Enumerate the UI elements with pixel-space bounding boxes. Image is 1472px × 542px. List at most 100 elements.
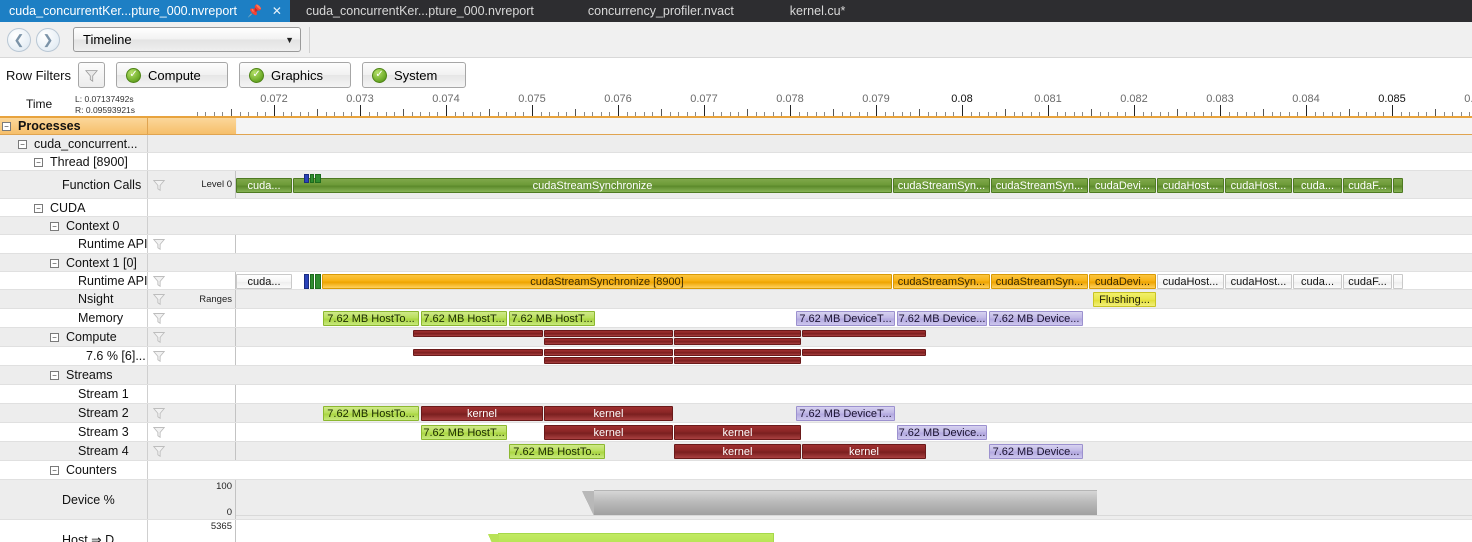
- tree-cell-process[interactable]: − cuda_concurrent...: [0, 135, 148, 152]
- row-funnel-cell-nsight[interactable]: [148, 290, 170, 308]
- timeline-bar[interactable]: [315, 174, 321, 183]
- track-memory[interactable]: 7.62 MB HostTo... 7.62 MB HostT... 7.62 MB…: [236, 309, 1472, 327]
- close-icon[interactable]: ✕: [268, 5, 286, 17]
- row-funnel-cell-compute[interactable]: [148, 328, 170, 346]
- tree-cell-compute[interactable]: − Compute: [0, 328, 148, 346]
- tree-cell-device-pct[interactable]: Device %: [0, 480, 148, 519]
- expander-collapse-icon[interactable]: −: [50, 333, 59, 342]
- pin-icon[interactable]: 📌: [243, 5, 266, 17]
- expander-collapse-icon[interactable]: −: [18, 140, 27, 149]
- timeline-bar[interactable]: 7.62 MB DeviceT...: [796, 311, 895, 326]
- timeline-bar[interactable]: 7.62 MB HostT...: [421, 311, 507, 326]
- track-nsight[interactable]: Flushing...: [236, 290, 1472, 308]
- timeline-row-stream-4[interactable]: Stream 4 7.62 MB HostTo... kernel kernel 7.6…: [0, 442, 1472, 461]
- timeline-bar[interactable]: cudaDevi...: [1089, 178, 1156, 193]
- tree-cell-compute-kernel[interactable]: 7.6 % [6]...: [0, 347, 148, 365]
- timeline-bar[interactable]: cudaHost...: [1157, 274, 1224, 289]
- track-context-0[interactable]: [236, 217, 1472, 234]
- timeline-bar[interactable]: [802, 349, 926, 356]
- tab-report-2[interactable]: cuda_concurrentKer...pture_000.nvreport: [291, 0, 560, 22]
- timeline-row-counters[interactable]: − Counters: [0, 461, 1472, 480]
- timeline-bar[interactable]: cudaStreamSynchronize: [293, 178, 892, 193]
- row-funnel-cell-function-calls[interactable]: [148, 171, 170, 198]
- track-processes[interactable]: [236, 118, 1472, 134]
- forward-arrow-icon[interactable]: ❯: [36, 27, 60, 52]
- expander-collapse-icon[interactable]: −: [50, 222, 59, 231]
- timeline-row-context-1[interactable]: − Context 1 [0]: [0, 254, 1472, 272]
- expander-collapse-icon[interactable]: −: [50, 371, 59, 380]
- expander-collapse-icon[interactable]: −: [50, 259, 59, 268]
- timeline-bar[interactable]: 7.62 MB DeviceT...: [796, 406, 895, 421]
- tree-cell-cuda[interactable]: − CUDA: [0, 199, 148, 216]
- timeline-row-context-0[interactable]: − Context 0: [0, 217, 1472, 235]
- timeline-bar[interactable]: [1393, 178, 1403, 193]
- tab-concurrency-profiler[interactable]: concurrency_profiler.nvact: [559, 0, 762, 22]
- track-compute-kernel[interactable]: [236, 347, 1472, 365]
- track-device-pct[interactable]: [236, 480, 1472, 519]
- row-funnel-cell-stream-2[interactable]: [148, 404, 170, 422]
- track-streams[interactable]: [236, 366, 1472, 384]
- tab-kernel-cu[interactable]: kernel.cu*: [761, 0, 855, 22]
- timeline-bar[interactable]: [544, 357, 673, 364]
- timeline-bar[interactable]: 7.62 MB HostT...: [421, 425, 507, 440]
- timeline-bar[interactable]: cuda...: [1293, 178, 1342, 193]
- ruler-track[interactable]: 0.072 0.073 0.074 0.075 0.076 0.077 0.078 0.079…: [155, 92, 1472, 116]
- row-funnel-cell-runtime-api-0[interactable]: [148, 235, 170, 253]
- timeline-bar[interactable]: cudaHost...: [1157, 178, 1224, 193]
- expander-collapse-icon[interactable]: −: [34, 204, 43, 213]
- timeline-bar[interactable]: 7.62 MB HostTo...: [509, 444, 605, 459]
- tree-cell-runtime-api-1[interactable]: Runtime API: [0, 272, 148, 289]
- timeline-bar[interactable]: 7.62 MB HostT...: [509, 311, 595, 326]
- timeline-row-processes[interactable]: − Processes: [0, 118, 1472, 135]
- timeline-row-function-calls[interactable]: Function Calls Level 0 cuda... cudaStreamSy…: [0, 171, 1472, 199]
- tree-cell-stream-1[interactable]: Stream 1: [0, 385, 148, 403]
- timeline-bar[interactable]: kernel: [674, 425, 801, 440]
- track-process[interactable]: [236, 135, 1472, 152]
- timeline-row-host-to-device[interactable]: Host ⇒ D... 53650: [0, 520, 1472, 542]
- timeline-bar[interactable]: cudaF...: [1343, 274, 1392, 289]
- tree-cell-stream-3[interactable]: Stream 3: [0, 423, 148, 441]
- timeline-bar[interactable]: [310, 274, 314, 289]
- timeline-row-compute[interactable]: − Compute: [0, 328, 1472, 347]
- track-stream-4[interactable]: 7.62 MB HostTo... kernel kernel 7.62 MB Dev…: [236, 442, 1472, 460]
- tree-cell-processes[interactable]: − Processes: [0, 118, 148, 134]
- tree-cell-context-0[interactable]: − Context 0: [0, 217, 148, 234]
- timeline-bar[interactable]: cudaHost...: [1225, 178, 1292, 193]
- timeline-bar[interactable]: cudaStreamSyn...: [991, 274, 1088, 289]
- tree-cell-counters[interactable]: − Counters: [0, 461, 148, 479]
- tree-cell-thread[interactable]: − Thread [8900]: [0, 153, 148, 170]
- track-stream-3[interactable]: 7.62 MB HostT... kernel kernel 7.62 MB Devi…: [236, 423, 1472, 441]
- timeline-row-streams[interactable]: − Streams: [0, 366, 1472, 385]
- timeline-row-compute-kernel[interactable]: 7.6 % [6]...: [0, 347, 1472, 366]
- timeline-bar[interactable]: cudaStreamSynchronize [8900]: [322, 274, 892, 289]
- timeline-row-device-pct[interactable]: Device % 100 0: [0, 480, 1472, 520]
- tree-cell-stream-2[interactable]: Stream 2: [0, 404, 148, 422]
- timeline-bar[interactable]: cudaDevi...: [1089, 274, 1156, 289]
- timeline-bar[interactable]: 7.62 MB Device...: [989, 444, 1083, 459]
- timeline-bar[interactable]: [1393, 274, 1403, 289]
- timeline-bar[interactable]: cuda...: [236, 274, 292, 289]
- counter-area-device-pct[interactable]: [582, 490, 1097, 516]
- row-funnel-cell-stream-3[interactable]: [148, 423, 170, 441]
- counter-area-host-to-device[interactable]: [488, 533, 774, 542]
- timeline-bar[interactable]: kernel: [674, 444, 801, 459]
- timeline-bar[interactable]: 7.62 MB HostTo...: [323, 406, 419, 421]
- timeline-row-process[interactable]: − cuda_concurrent...: [0, 135, 1472, 153]
- timeline-bar[interactable]: [674, 357, 801, 364]
- filter-button-compute[interactable]: ✓ Compute: [116, 62, 229, 88]
- timeline-bar[interactable]: [674, 349, 801, 356]
- tree-cell-runtime-api-0[interactable]: Runtime API: [0, 235, 148, 253]
- view-select[interactable]: Timeline ▼: [73, 27, 301, 52]
- timeline-row-nsight[interactable]: Nsight Ranges Flushing...: [0, 290, 1472, 309]
- row-funnel-cell-stream-4[interactable]: [148, 442, 170, 460]
- timeline-bar[interactable]: 7.62 MB Device...: [897, 311, 987, 326]
- back-arrow-icon[interactable]: ❮: [7, 27, 31, 52]
- timeline-bar[interactable]: [413, 349, 543, 356]
- row-funnel-cell-runtime-api-1[interactable]: [148, 272, 170, 289]
- track-stream-1[interactable]: [236, 385, 1472, 403]
- timeline-bar[interactable]: [310, 174, 314, 183]
- filter-button-system[interactable]: ✓ System: [362, 62, 467, 88]
- timeline-row-runtime-api-0[interactable]: Runtime API: [0, 235, 1472, 254]
- timeline-bar[interactable]: [544, 338, 673, 345]
- expander-collapse-icon[interactable]: −: [2, 122, 11, 131]
